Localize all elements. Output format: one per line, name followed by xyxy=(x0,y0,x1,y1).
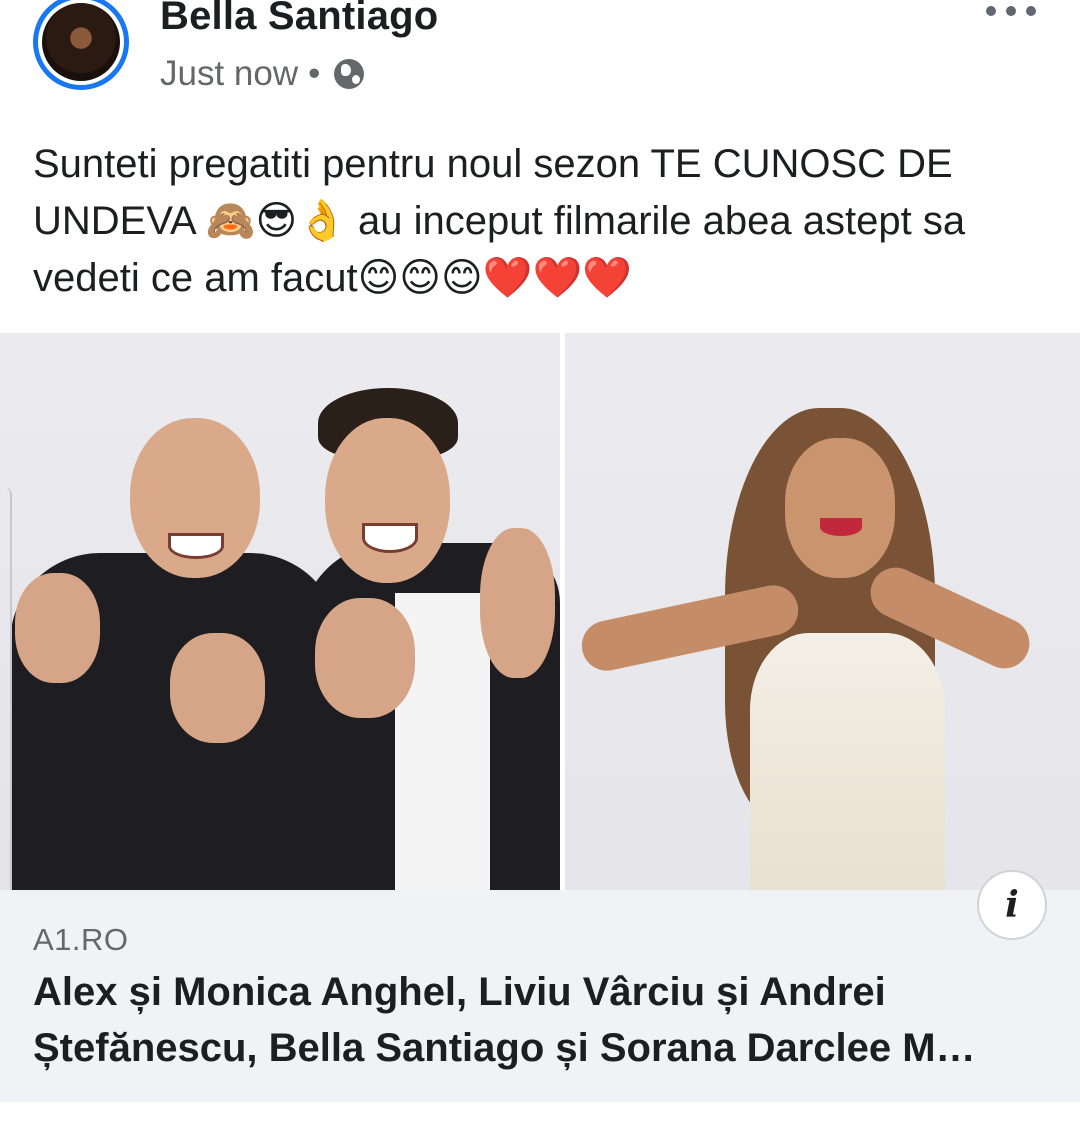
photo-right[interactable] xyxy=(565,333,1080,890)
link-domain: A1.RO xyxy=(33,922,129,957)
hand-shape xyxy=(480,528,555,678)
link-preview[interactable]: A1.RO Alex și Monica Anghel, Liviu Vârci… xyxy=(0,890,1080,1102)
photo-left[interactable] xyxy=(0,333,560,890)
author-avatar[interactable] xyxy=(33,0,129,90)
more-dot-icon xyxy=(1026,6,1036,16)
post-timestamp[interactable]: Just now xyxy=(160,54,298,94)
smile-shape xyxy=(168,533,224,559)
facebook-post: Bella Santiago Just now • Sunteti pregat… xyxy=(0,0,1080,1133)
link-title[interactable]: Alex și Monica Anghel, Liviu Vârciu și A… xyxy=(33,964,1053,1076)
post-meta: Just now • xyxy=(160,54,365,94)
hand-shape xyxy=(315,598,415,718)
photo-grid xyxy=(0,333,1080,890)
post-text: Sunteti pregatiti pentru noul sezon TE C… xyxy=(33,142,966,300)
more-dot-icon xyxy=(986,6,996,16)
hand-shape xyxy=(170,633,265,743)
smile-shape xyxy=(362,523,418,553)
hand-shape xyxy=(15,573,100,683)
more-dot-icon xyxy=(1006,6,1016,16)
lips-shape xyxy=(820,518,862,536)
author-name[interactable]: Bella Santiago xyxy=(160,0,438,39)
more-options-button[interactable] xyxy=(986,0,1036,22)
info-icon[interactable]: i xyxy=(977,870,1047,940)
dress-shape xyxy=(750,633,945,890)
face-shape xyxy=(785,438,895,578)
meta-separator: • xyxy=(308,54,321,93)
avatar-image xyxy=(42,3,120,81)
scroll-edge-handle xyxy=(0,487,12,907)
globe-icon[interactable] xyxy=(334,59,365,89)
face-shape xyxy=(325,418,450,583)
